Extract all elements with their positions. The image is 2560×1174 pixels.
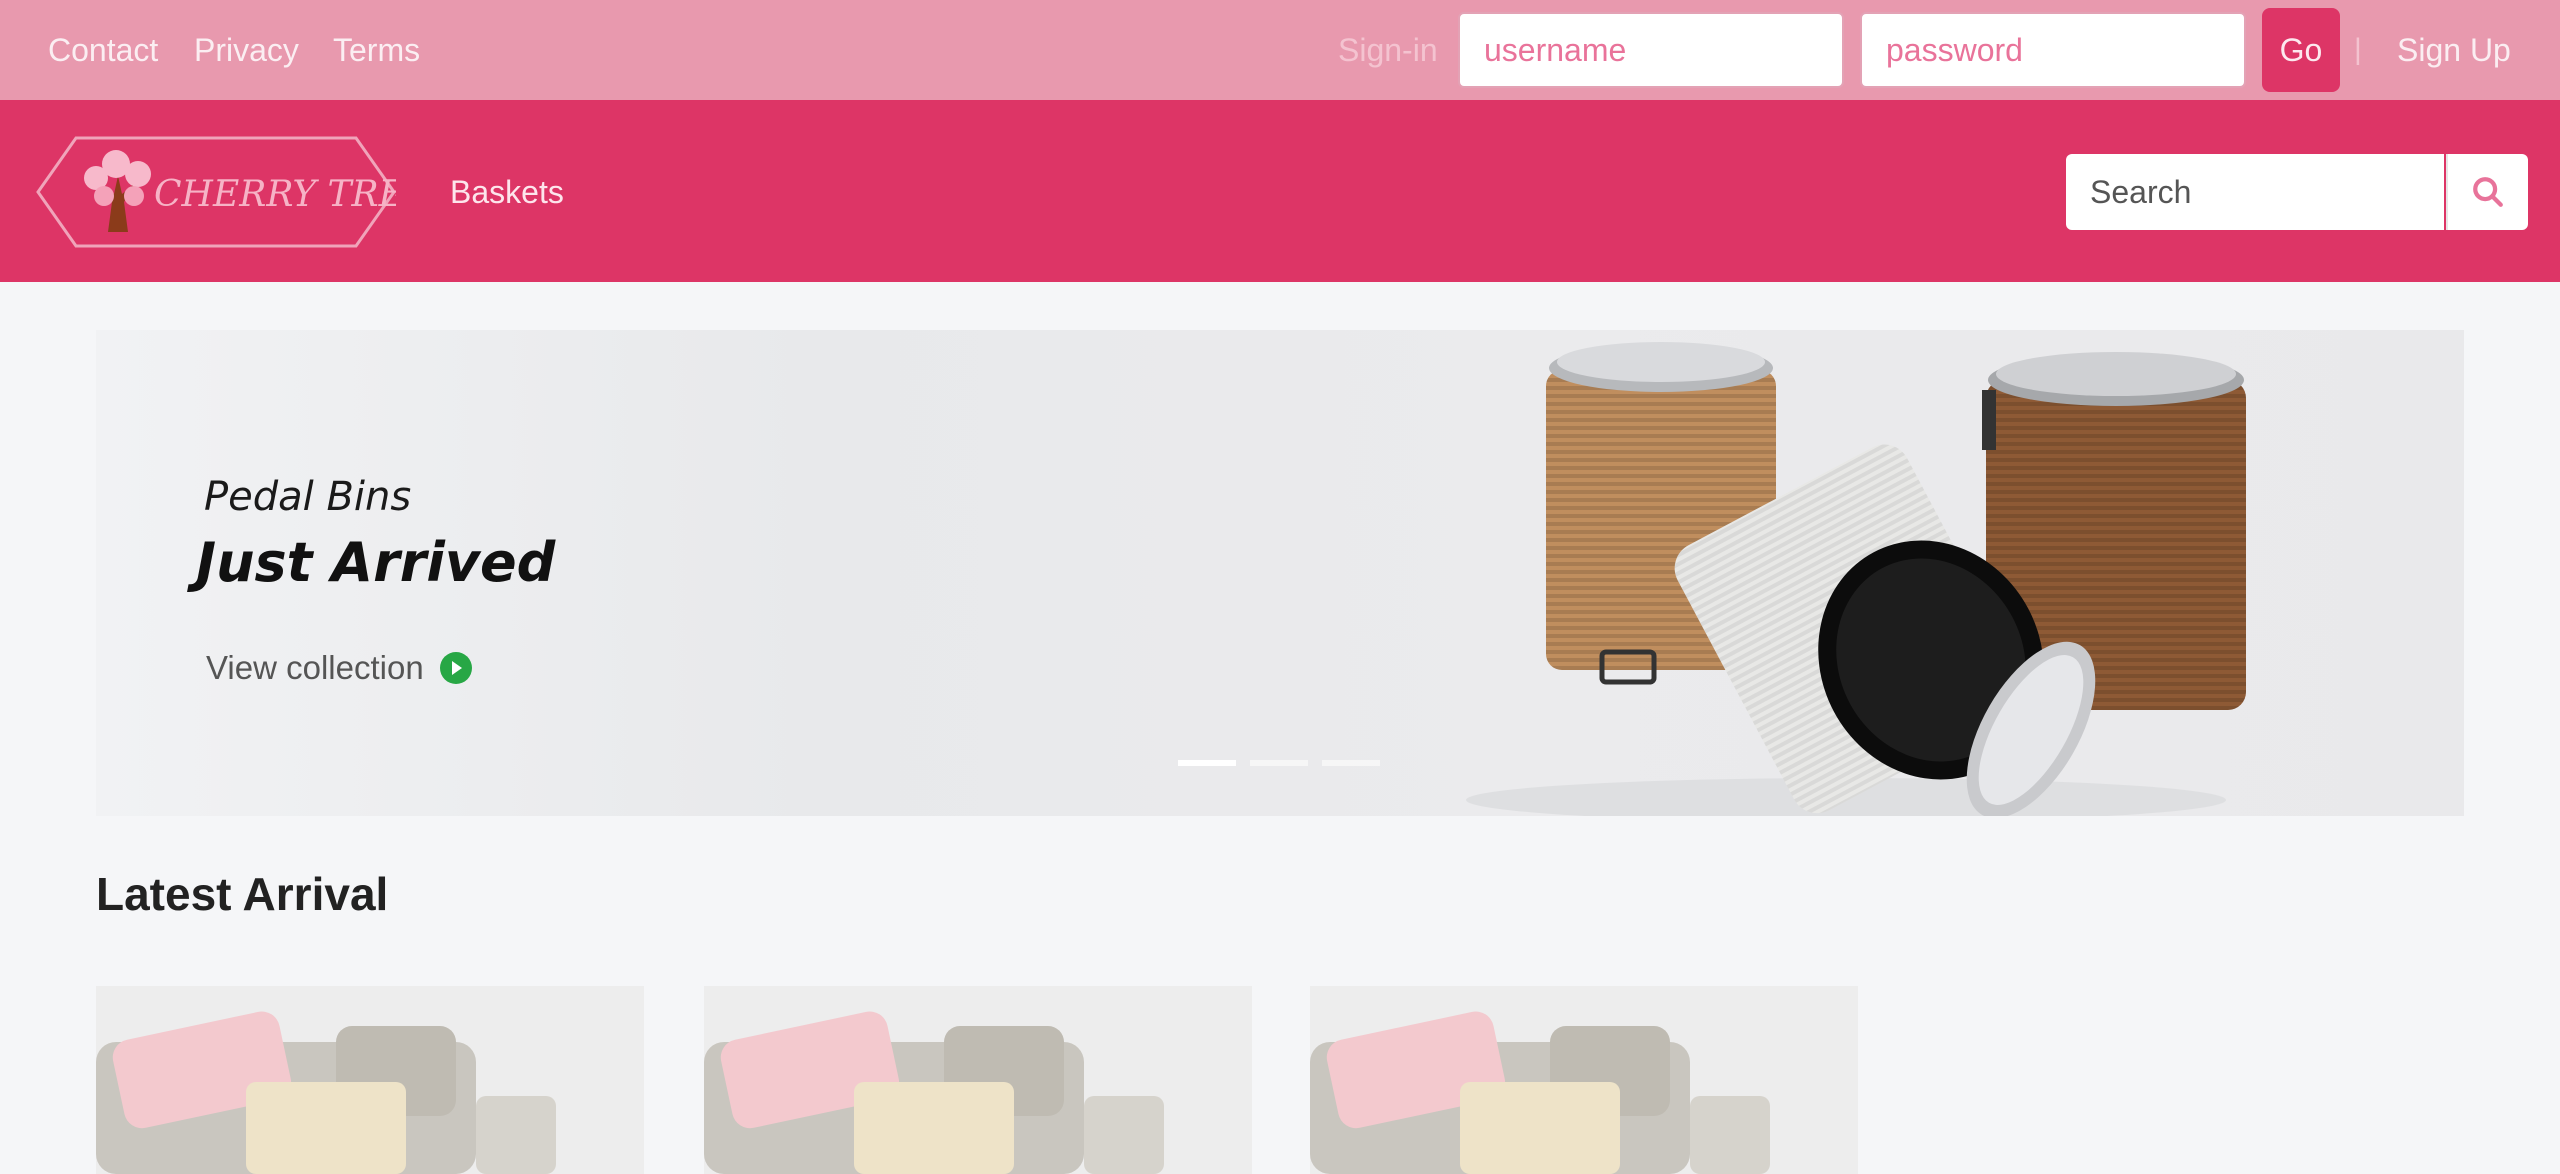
signup-link[interactable]: Sign Up xyxy=(2397,30,2511,70)
search-icon xyxy=(2473,177,2503,207)
top-utility-bar: Contact Privacy Terms Sign-in Go | Sign … xyxy=(0,0,2560,100)
play-circle-icon xyxy=(439,652,472,684)
carousel-indicator-1[interactable] xyxy=(1178,760,1236,766)
pedal-bins-image xyxy=(1466,342,2246,816)
view-collection-link[interactable]: View collection xyxy=(206,648,472,688)
product-card[interactable] xyxy=(704,986,1252,1174)
hero-carousel: Pedal Bins Just Arrived View collection xyxy=(96,330,2464,816)
product-card[interactable] xyxy=(96,986,644,1174)
product-image xyxy=(96,986,644,1174)
hero-subtitle: Pedal Bins xyxy=(204,474,412,520)
password-field[interactable] xyxy=(1860,12,2246,88)
latest-arrival-heading: Latest Arrival xyxy=(96,868,389,920)
carousel-indicator-3[interactable] xyxy=(1322,760,1380,766)
hero-title: Just Arrived xyxy=(196,531,556,594)
svg-text:CHERRY TREE: CHERRY TREE xyxy=(154,174,396,215)
privacy-link[interactable]: Privacy xyxy=(194,30,299,70)
product-card[interactable] xyxy=(1310,986,1858,1174)
main-navbar: CHERRY TREE Baskets xyxy=(0,100,2560,282)
username-field[interactable] xyxy=(1458,12,1844,88)
brand-logo[interactable]: CHERRY TREE xyxy=(36,136,396,248)
divider: | xyxy=(2354,33,2362,66)
go-button[interactable]: Go xyxy=(2262,8,2340,92)
product-image xyxy=(704,986,1252,1174)
search-input[interactable] xyxy=(2066,154,2444,230)
contact-link[interactable]: Contact xyxy=(48,30,158,70)
product-image xyxy=(1310,986,1858,1174)
signin-label: Sign-in xyxy=(1338,32,1438,68)
cherry-tree-logo-icon: CHERRY TREE xyxy=(36,136,396,248)
carousel-indicators xyxy=(1178,760,1380,766)
view-collection-label: View collection xyxy=(206,649,424,686)
search-button[interactable] xyxy=(2446,154,2528,230)
nav-item-baskets[interactable]: Baskets xyxy=(450,172,564,212)
terms-link[interactable]: Terms xyxy=(333,30,420,70)
carousel-indicator-2[interactable] xyxy=(1250,760,1308,766)
